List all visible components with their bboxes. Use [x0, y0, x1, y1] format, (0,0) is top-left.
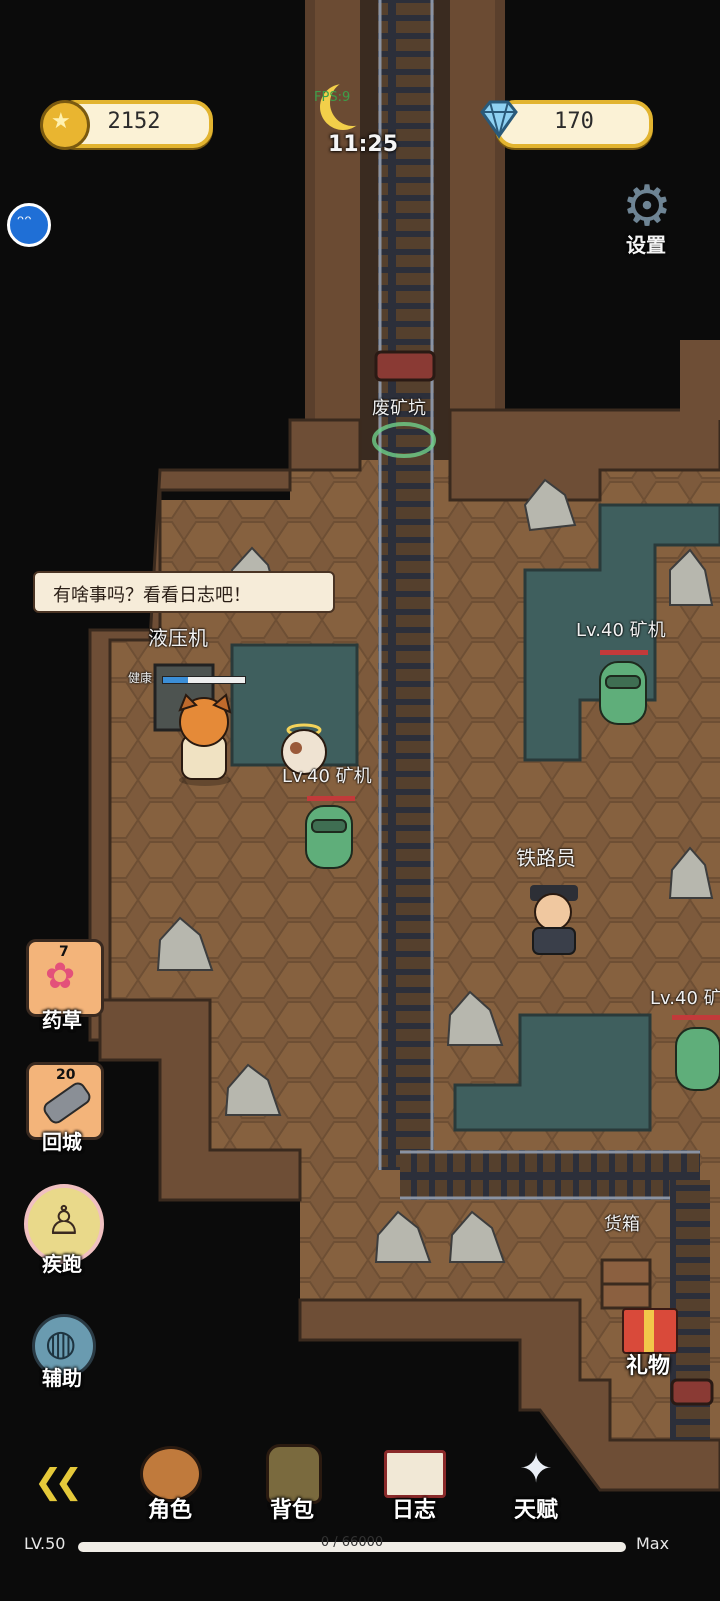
- chat-icon[interactable]: ᵔᵔ: [7, 203, 51, 247]
- assist-label: 辅助: [42, 1366, 82, 1390]
- settings-label: 设置: [626, 233, 666, 257]
- scroll-count: 20: [56, 1067, 76, 1083]
- mining-robot-3[interactable]: [674, 1026, 720, 1096]
- player-level: LV.50: [24, 1534, 66, 1553]
- health-label: 健康: [128, 671, 153, 685]
- mining-robot-label-3: Lv.40 矿机: [650, 988, 720, 1009]
- scroll-icon: [40, 1079, 94, 1127]
- gift-label: 礼物: [625, 1354, 670, 1379]
- hydraulic-press-label: 液压机: [148, 626, 208, 650]
- nav-role[interactable]: 角色: [120, 1440, 220, 1524]
- nav-talent[interactable]: ✦ 天赋: [486, 1440, 586, 1524]
- winged-crystal-icon: ✦: [519, 1446, 553, 1492]
- herb-label: 药草: [42, 1008, 82, 1032]
- diamond-icon: [476, 96, 522, 142]
- speech-bubble[interactable]: 有啥事吗？看看日志吧！: [33, 571, 335, 613]
- cargo-box-label: 货箱: [604, 1214, 640, 1235]
- return-scroll-label: 回城: [42, 1130, 82, 1154]
- max-label: Max: [636, 1534, 670, 1553]
- nav-talent-label: 天赋: [513, 1498, 558, 1523]
- coin-icon: ★: [40, 100, 90, 150]
- game-clock: 11:25: [328, 132, 399, 157]
- gift-button[interactable]: 礼物: [614, 1298, 684, 1379]
- nav-bag-label: 背包: [269, 1498, 314, 1523]
- mining-robot-1[interactable]: [304, 804, 354, 874]
- nav-bag[interactable]: 背包: [242, 1440, 342, 1524]
- speech-text: 有啥事吗？看看日志吧！: [53, 585, 251, 606]
- gear-wheel-icon: ◍: [45, 1323, 77, 1364]
- railway-worker-label: 铁路员: [516, 846, 576, 870]
- settings-button[interactable]: ⚙ 设置: [612, 175, 682, 260]
- collapse-arrow-icon[interactable]: ❮❮: [34, 1462, 83, 1502]
- mining-robot-label-2: Lv.40 矿机: [576, 620, 666, 641]
- pet-companion[interactable]: [280, 722, 330, 778]
- nav-role-label: 角色: [147, 1498, 192, 1523]
- hydraulic-press[interactable]: [152, 662, 214, 732]
- nav-log[interactable]: 日志: [364, 1440, 464, 1524]
- railway-worker[interactable]: [526, 882, 582, 956]
- fps-text: FPS:9: [314, 90, 351, 105]
- mine-portal[interactable]: [372, 420, 436, 460]
- mine-label: 废矿坑: [372, 398, 426, 419]
- book-icon: [384, 1450, 446, 1498]
- flower-icon: ✿: [45, 956, 76, 997]
- nav-log-label: 日志: [391, 1498, 436, 1523]
- sprint-label: 疾跑: [42, 1252, 82, 1276]
- xp-text: 0 / 66000: [320, 1535, 384, 1550]
- mining-robot-2[interactable]: [598, 660, 648, 730]
- running-person-icon: ♙: [46, 1198, 82, 1244]
